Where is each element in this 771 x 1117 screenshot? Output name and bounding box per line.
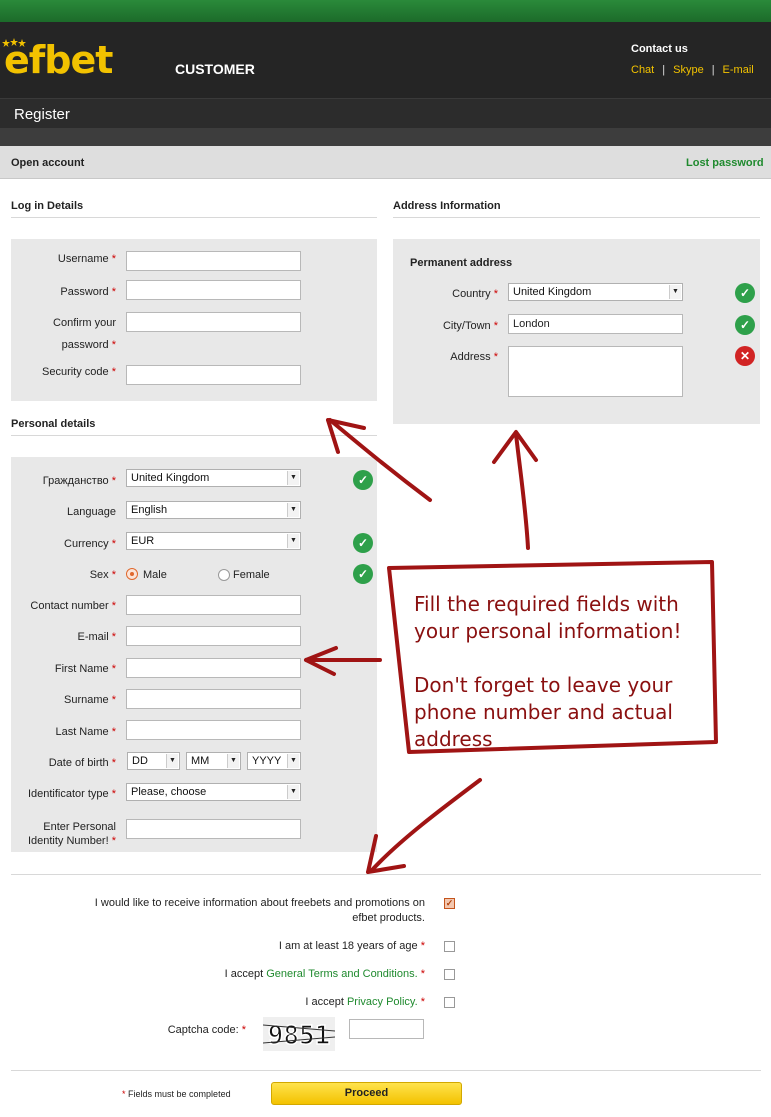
annotation-text: Fill the required fields with your perso…	[414, 592, 682, 751]
arrow-to-login-shaft	[328, 418, 432, 502]
arrow-to-address-head	[492, 430, 538, 464]
arrow-to-agreements-shaft	[370, 778, 482, 872]
arrow-to-address-shaft	[514, 432, 530, 550]
annotation-overlay	[304, 418, 718, 874]
